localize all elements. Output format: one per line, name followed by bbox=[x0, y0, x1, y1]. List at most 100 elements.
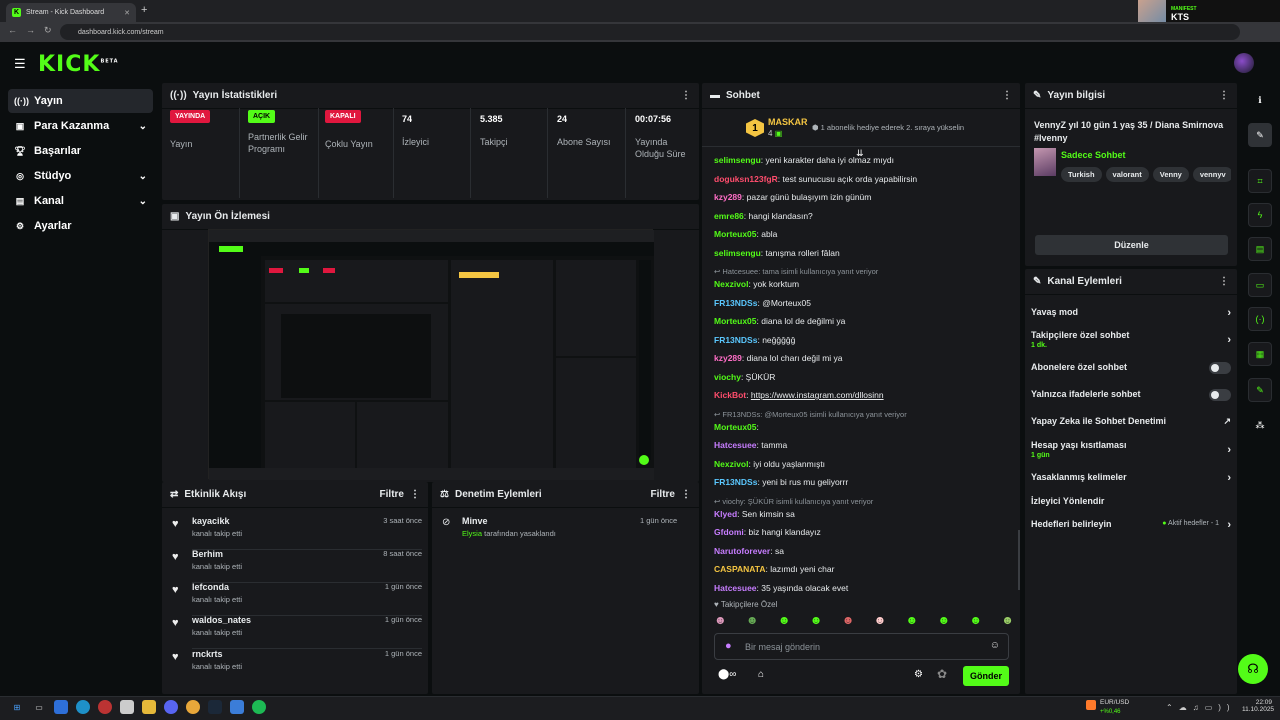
lightning-icon[interactable]: ϟ bbox=[1248, 203, 1272, 227]
app-icon[interactable] bbox=[230, 700, 244, 714]
url-field[interactable]: dashboard.kick.com/stream bbox=[60, 24, 1240, 40]
emote-only-toggle[interactable] bbox=[1209, 389, 1231, 401]
emote-icon[interactable]: ☻ bbox=[1001, 613, 1014, 627]
chat-scrollbar[interactable] bbox=[1018, 530, 1020, 590]
chrome-icon[interactable] bbox=[186, 700, 200, 714]
tag[interactable]: Venny bbox=[1152, 167, 1189, 182]
chat-username[interactable]: doguksn123fgR bbox=[714, 174, 778, 184]
browser-tab[interactable]: K Stream - Kick Dashboard ✕ bbox=[6, 3, 136, 22]
chat-username[interactable]: FR13NDSs bbox=[714, 335, 757, 345]
avatar[interactable] bbox=[1234, 53, 1254, 73]
support-icon[interactable]: ☊ bbox=[1238, 654, 1268, 684]
emote-icon[interactable]: ☻ bbox=[842, 613, 855, 627]
integrations-icon[interactable]: ⁂ bbox=[1248, 413, 1272, 437]
action-banned-words[interactable]: Yasaklanmış kelimeler › bbox=[1031, 472, 1231, 484]
discord-icon[interactable] bbox=[164, 700, 178, 714]
sidebar-item-yayin[interactable]: ((·)) Yayın bbox=[8, 89, 153, 113]
action-raid[interactable]: İzleyici Yönlendir bbox=[1031, 496, 1231, 506]
sidebar-item-kanal[interactable]: ▤ Kanal ⌄ bbox=[8, 189, 153, 213]
sidebar-item-para-kazanma[interactable]: ▣ Para Kazanma ⌄ bbox=[8, 114, 153, 138]
chat-username[interactable]: Nexzivol bbox=[714, 279, 749, 289]
tag[interactable]: valorant bbox=[1105, 167, 1149, 182]
kick-logo[interactable]: KICKBETA bbox=[38, 52, 119, 77]
clock[interactable]: 22:09 11.10.2025 bbox=[1242, 699, 1274, 713]
stream-preview[interactable] bbox=[208, 229, 654, 480]
subscribers-only-toggle[interactable] bbox=[1209, 362, 1231, 374]
edit-icon[interactable]: ✎ bbox=[1248, 123, 1272, 147]
chat-username[interactable]: Morteux05 bbox=[714, 422, 757, 432]
gear-icon[interactable]: ⚙ bbox=[914, 669, 923, 680]
more-icon[interactable]: ⋮ bbox=[1219, 276, 1229, 287]
chat-username[interactable]: Hatcesuee bbox=[714, 440, 757, 450]
action-account-age[interactable]: Hesap yaşı kısıtlaması 1 gün › bbox=[1031, 440, 1231, 459]
chat-username[interactable]: Gfdomi bbox=[714, 527, 744, 537]
more-icon[interactable]: ⋮ bbox=[681, 489, 691, 500]
more-icon[interactable]: ⋮ bbox=[410, 489, 420, 500]
more-icon[interactable]: ⋮ bbox=[681, 90, 691, 101]
info-icon[interactable]: ℹ bbox=[1248, 88, 1272, 112]
chat-username[interactable]: kzy289 bbox=[714, 192, 742, 202]
chat-username[interactable]: Morteux05 bbox=[714, 229, 757, 239]
action-ai-moderation[interactable]: Yapay Zeka ile Sohbet Denetimi ↗ bbox=[1031, 416, 1231, 426]
wrench-icon[interactable]: ✎ bbox=[1248, 378, 1272, 402]
points-icon[interactable]: ⬤∞ bbox=[718, 669, 736, 680]
chat-username[interactable]: FR13NDSs bbox=[714, 298, 757, 308]
filter-button[interactable]: Filtre bbox=[380, 489, 404, 500]
action-slow-mode[interactable]: Yavaş mod › bbox=[1031, 307, 1231, 319]
chat-username[interactable]: Hatcesuee bbox=[714, 583, 757, 593]
spotify-icon[interactable] bbox=[252, 700, 266, 714]
emote-icon[interactable]: ☻ bbox=[714, 613, 727, 627]
forward-icon[interactable]: → bbox=[26, 25, 35, 35]
more-icon[interactable]: ⋮ bbox=[1219, 90, 1229, 101]
layout-icon[interactable]: ▦ bbox=[1248, 342, 1272, 366]
emote-icon[interactable]: ☻ bbox=[810, 613, 823, 627]
emote-icon[interactable]: ☻ bbox=[906, 613, 919, 627]
action-followers-only[interactable]: Takipçilere özel sohbet 1 dk. › bbox=[1031, 330, 1231, 349]
chat-username[interactable]: Morteux05 bbox=[714, 316, 757, 326]
chat-username[interactable]: CASPANATA bbox=[714, 564, 765, 574]
menu-icon[interactable]: ☰ bbox=[14, 56, 26, 72]
steam-icon[interactable] bbox=[208, 700, 222, 714]
tag[interactable]: Turkish bbox=[1061, 167, 1102, 182]
chat-username[interactable]: selimsengu bbox=[714, 248, 761, 258]
chat-username[interactable]: kzy289 bbox=[714, 353, 742, 363]
bot-icon[interactable]: ✿ bbox=[937, 667, 947, 681]
chat-text[interactable]: https://www.instagram.com/dllosinn bbox=[751, 390, 884, 400]
sidebar-item-studyo[interactable]: ◎ Stüdyo ⌄ bbox=[8, 164, 153, 188]
document-icon[interactable]: ▤ bbox=[1248, 237, 1272, 261]
reload-icon[interactable]: ↻ bbox=[44, 25, 52, 36]
edit-button[interactable]: Düzenle bbox=[1035, 235, 1228, 255]
edge-icon[interactable] bbox=[76, 700, 90, 714]
chat-username[interactable]: viochy bbox=[714, 372, 741, 382]
mic-icon[interactable]: ● bbox=[725, 640, 732, 652]
windows-start-icon[interactable]: ⊞ bbox=[10, 700, 24, 714]
more-icon[interactable]: ⋮ bbox=[1002, 90, 1012, 101]
app-icon[interactable] bbox=[120, 700, 134, 714]
app-icon[interactable] bbox=[98, 700, 112, 714]
emoji-icon[interactable]: ☺ bbox=[990, 640, 1000, 651]
tag[interactable]: vennyv bbox=[1192, 167, 1231, 182]
close-tab-icon[interactable]: ✕ bbox=[124, 9, 130, 17]
system-tray-icons[interactable]: ⌃☁♫▭)) bbox=[1166, 703, 1236, 712]
chat-username[interactable]: FR13NDSs bbox=[714, 477, 757, 487]
emote-icon[interactable]: ☻ bbox=[937, 613, 950, 627]
chat-username[interactable]: Narutoforever bbox=[714, 546, 770, 556]
filter-button[interactable]: Filtre bbox=[651, 489, 675, 500]
chat-username[interactable]: Klyed bbox=[714, 509, 737, 519]
new-tab-icon[interactable]: + bbox=[141, 4, 147, 16]
chat-username[interactable]: Nexzivol bbox=[714, 459, 749, 469]
category-name[interactable]: Sadece Sohbet bbox=[1061, 150, 1126, 160]
chat-username[interactable]: emre86 bbox=[714, 211, 744, 221]
chat-username[interactable]: selimsengu bbox=[714, 155, 761, 165]
folder-icon[interactable] bbox=[142, 700, 156, 714]
emote-icon[interactable]: ☻ bbox=[874, 613, 887, 627]
sidebar-item-basarilar[interactable]: 🏆︎ Başarılar bbox=[8, 139, 153, 163]
send-button[interactable]: Gönder bbox=[963, 666, 1009, 686]
sidebar-item-ayarlar[interactable]: ⚙ Ayarlar bbox=[8, 214, 153, 238]
outlook-icon[interactable] bbox=[54, 700, 68, 714]
emote-icon[interactable]: ☻ bbox=[778, 613, 791, 627]
ticker-name[interactable]: EUR/USD bbox=[1100, 699, 1129, 706]
action-goals[interactable]: Hedefleri belirleyin ● Aktif hedefler - 1… bbox=[1031, 519, 1231, 531]
broadcast-icon[interactable]: (·) bbox=[1248, 307, 1272, 331]
emote-icon[interactable]: ☻ bbox=[746, 613, 759, 627]
